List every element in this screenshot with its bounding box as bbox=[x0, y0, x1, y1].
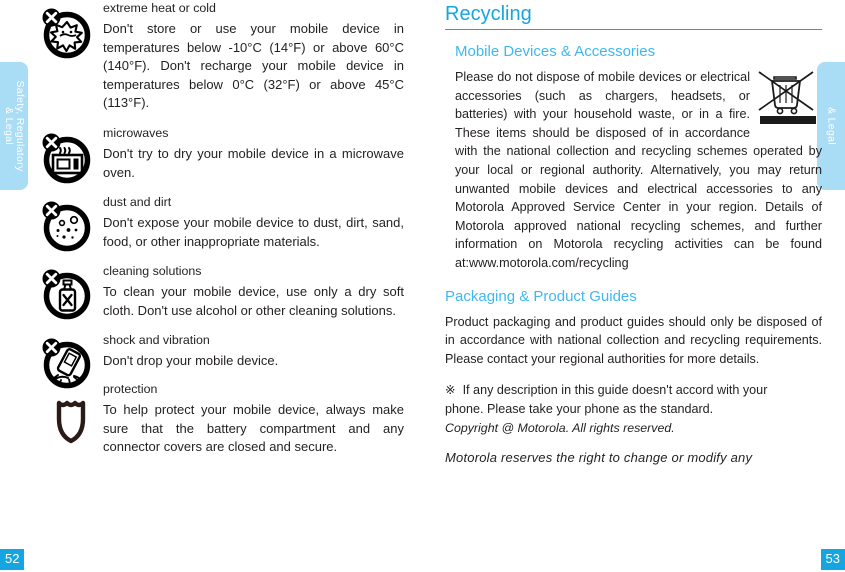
list-item: microwaves Don't try to dry your mobile … bbox=[0, 125, 422, 185]
no-extreme-temperature-icon bbox=[38, 6, 92, 60]
list-item: shock and vibration Don't drop your mobi… bbox=[0, 332, 422, 388]
no-cleaning-solutions-icon bbox=[38, 267, 92, 321]
recycling-section: Recycling Mobile Devices & Accessories P… bbox=[445, 0, 822, 467]
list-item-body: To help protect your mobile device, alwa… bbox=[103, 402, 404, 455]
copyright-line: Copyright @ Motorola. All rights reserve… bbox=[445, 420, 675, 435]
list-item-body: Don't expose your mobile device to dust,… bbox=[103, 215, 404, 249]
list-item-title: protection bbox=[103, 382, 158, 397]
section-packaging-body: Product packaging and product guides sho… bbox=[445, 314, 822, 366]
list-item-title: cleaning solutions bbox=[103, 264, 202, 279]
list-item-title: microwaves bbox=[103, 125, 169, 140]
section-heading-packaging: Packaging & Product Guides bbox=[445, 287, 637, 305]
shield-protection-icon bbox=[38, 397, 92, 451]
manual-page-spread: Safety, Regulatory & Legal extreme heat … bbox=[0, 0, 845, 572]
section-mobile-devices-body-wrap: Please do not dispose of mobile devices … bbox=[445, 68, 822, 273]
list-item-body: Don't store or use your mobile device in… bbox=[103, 21, 404, 111]
side-tab-right-label: & Legal bbox=[825, 107, 838, 145]
section-heading-mobile-devices: Mobile Devices & Accessories bbox=[455, 43, 656, 60]
page-number-left: 52 bbox=[0, 549, 25, 570]
list-item-title: extreme heat or cold bbox=[103, 1, 216, 15]
note-line-2: phone. Please take your phone as the sta… bbox=[445, 401, 714, 416]
note-line-1: ※ If any description in this guide doesn… bbox=[445, 381, 822, 400]
note-block: ※ If any description in this guide doesn… bbox=[445, 381, 822, 466]
right-page: & Legal Recycling Mobile Devices & Acces… bbox=[422, 0, 845, 572]
page-title: Recycling bbox=[445, 3, 532, 25]
list-item: dust and dirt Don't expose your mobile d… bbox=[0, 194, 422, 253]
crossed-out-wheelie-bin-icon bbox=[756, 69, 822, 127]
list-item-body: To clean your mobile device, use only a … bbox=[103, 284, 404, 318]
list-item-body: Don't try to dry your mobile device in a… bbox=[103, 145, 404, 180]
list-item-body: Don't drop your mobile device. bbox=[103, 352, 279, 368]
weee-solid-bar bbox=[760, 116, 816, 124]
list-item: protection To help protect your mobile d… bbox=[0, 381, 422, 457]
disclaimer-tail-line: Motorola reserves the right to change or… bbox=[445, 449, 753, 465]
warning-list: extreme heat or cold Don't store or use … bbox=[0, 0, 422, 457]
side-tab-right-line1: & Legal bbox=[825, 107, 838, 145]
title-divider bbox=[445, 29, 822, 30]
list-item: cleaning solutions To clean your mobile … bbox=[0, 263, 422, 320]
list-item: extreme heat or cold Don't store or use … bbox=[0, 0, 422, 113]
list-item-title: dust and dirt bbox=[103, 195, 172, 210]
page-number-right: 53 bbox=[820, 549, 845, 570]
reference-mark-icon: ※ bbox=[445, 383, 456, 398]
no-microwave-icon bbox=[38, 131, 92, 185]
note-text-1: If any description in this guide doesn't… bbox=[462, 383, 768, 398]
no-dust-and-dirt-icon bbox=[38, 199, 92, 253]
list-item-title: shock and vibration bbox=[103, 332, 210, 347]
left-page: Safety, Regulatory & Legal extreme heat … bbox=[0, 0, 422, 572]
